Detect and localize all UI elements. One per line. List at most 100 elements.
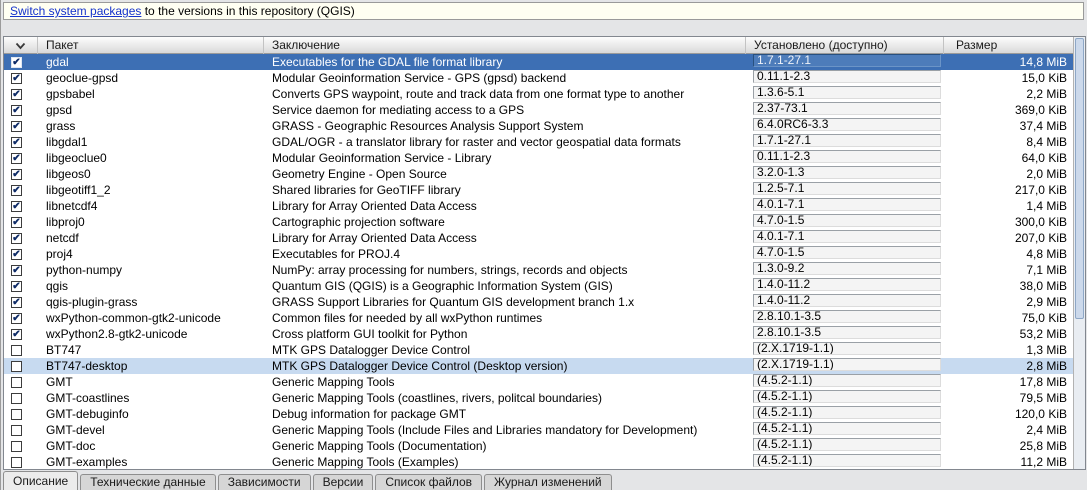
column-header-size[interactable]: Размер bbox=[944, 37, 1073, 54]
package-row[interactable]: ✔libgeotiff1_2Shared libraries for GeoTI… bbox=[4, 182, 1073, 198]
checkbox-unchecked-icon[interactable] bbox=[11, 377, 22, 388]
vertical-scrollbar[interactable] bbox=[1073, 37, 1085, 469]
scrollbar-thumb[interactable] bbox=[1075, 38, 1084, 319]
package-installed-cell: 1.4.0-11.2 bbox=[746, 294, 944, 310]
package-row[interactable]: ✔grassGRASS - Geographic Resources Analy… bbox=[4, 118, 1073, 134]
package-row[interactable]: ✔geoclue-gpsdModular Geoinformation Serv… bbox=[4, 70, 1073, 86]
package-size: 217,0 KiB bbox=[944, 183, 1073, 197]
package-row[interactable]: GMT-examplesGeneric Mapping Tools (Examp… bbox=[4, 454, 1073, 469]
checkbox-checked-icon[interactable]: ✔ bbox=[11, 249, 22, 260]
repo-notice-bar: Switch system packages to the versions i… bbox=[3, 2, 1084, 20]
package-row[interactable]: BT747-desktopMTK GPS Datalogger Device C… bbox=[4, 358, 1073, 374]
package-row[interactable]: BT747MTK GPS Datalogger Device Control(2… bbox=[4, 342, 1073, 358]
bottom-tab[interactable]: Описание bbox=[3, 471, 78, 490]
package-version-field: 1.7.1-27.1 bbox=[753, 54, 941, 67]
package-name: GMT-examples bbox=[38, 455, 264, 469]
package-name: GMT-doc bbox=[38, 439, 264, 453]
checkbox-checked-icon[interactable]: ✔ bbox=[11, 217, 22, 228]
package-summary: Generic Mapping Tools (Documentation) bbox=[264, 439, 746, 453]
package-size: 2,9 MiB bbox=[944, 295, 1073, 309]
package-checkbox-cell: ✔ bbox=[4, 281, 38, 292]
checkbox-checked-icon[interactable]: ✔ bbox=[11, 313, 22, 324]
package-name: gpsd bbox=[38, 103, 264, 117]
checkbox-checked-icon[interactable]: ✔ bbox=[11, 121, 22, 132]
package-row[interactable]: GMT-coastlinesGeneric Mapping Tools (coa… bbox=[4, 390, 1073, 406]
checkbox-checked-icon[interactable]: ✔ bbox=[11, 169, 22, 180]
bottom-tab[interactable]: Технические данные bbox=[80, 474, 216, 490]
package-row[interactable]: ✔gpsbabelConverts GPS waypoint, route an… bbox=[4, 86, 1073, 102]
package-name: qgis-plugin-grass bbox=[38, 295, 264, 309]
checkbox-checked-icon[interactable]: ✔ bbox=[11, 137, 22, 148]
package-row[interactable]: ✔gdalExecutables for the GDAL file forma… bbox=[4, 54, 1073, 70]
checkbox-checked-icon[interactable]: ✔ bbox=[11, 233, 22, 244]
package-installed-cell: (4.5.2-1.1) bbox=[746, 454, 944, 469]
package-checkbox-cell: ✔ bbox=[4, 329, 38, 340]
package-row[interactable]: GMT-docGeneric Mapping Tools (Documentat… bbox=[4, 438, 1073, 454]
package-row[interactable]: ✔libgeos0Geometry Engine - Open Source3.… bbox=[4, 166, 1073, 182]
package-checkbox-cell bbox=[4, 345, 38, 356]
package-summary: Cross platform GUI toolkit for Python bbox=[264, 327, 746, 341]
package-installed-cell: 1.7.1-27.1 bbox=[746, 134, 944, 150]
package-summary: Generic Mapping Tools bbox=[264, 375, 746, 389]
checkbox-checked-icon[interactable]: ✔ bbox=[11, 185, 22, 196]
package-row[interactable]: ✔libproj0Cartographic projection softwar… bbox=[4, 214, 1073, 230]
checkbox-unchecked-icon[interactable] bbox=[11, 441, 22, 452]
checkbox-checked-icon[interactable]: ✔ bbox=[11, 57, 22, 68]
package-row[interactable]: GMTGeneric Mapping Tools(4.5.2-1.1)17,8 … bbox=[4, 374, 1073, 390]
bottom-tab[interactable]: Зависимости bbox=[218, 474, 311, 490]
switch-system-packages-link[interactable]: Switch system packages bbox=[10, 4, 141, 18]
package-checkbox-cell bbox=[4, 425, 38, 436]
package-row[interactable]: ✔wxPython2.8-gtk2-unicodeCross platform … bbox=[4, 326, 1073, 342]
checkbox-checked-icon[interactable]: ✔ bbox=[11, 105, 22, 116]
package-row[interactable]: ✔libgeoclue0Modular Geoinformation Servi… bbox=[4, 150, 1073, 166]
checkbox-checked-icon[interactable]: ✔ bbox=[11, 297, 22, 308]
package-row[interactable]: GMT-develGeneric Mapping Tools (Include … bbox=[4, 422, 1073, 438]
checkbox-checked-icon[interactable]: ✔ bbox=[11, 265, 22, 276]
checkbox-checked-icon[interactable]: ✔ bbox=[11, 201, 22, 212]
checkbox-unchecked-icon[interactable] bbox=[11, 361, 22, 372]
package-installed-cell: 4.0.1-7.1 bbox=[746, 198, 944, 214]
package-name: proj4 bbox=[38, 247, 264, 261]
checkbox-unchecked-icon[interactable] bbox=[11, 393, 22, 404]
package-version-field: (4.5.2-1.1) bbox=[753, 374, 941, 387]
bottom-tab[interactable]: Список файлов bbox=[375, 474, 482, 490]
package-checkbox-cell: ✔ bbox=[4, 57, 38, 68]
column-header-summary[interactable]: Заключение bbox=[264, 37, 746, 54]
package-size: 7,1 MiB bbox=[944, 263, 1073, 277]
package-size: 1,4 MiB bbox=[944, 199, 1073, 213]
checkbox-unchecked-icon[interactable] bbox=[11, 345, 22, 356]
checkbox-unchecked-icon[interactable] bbox=[11, 425, 22, 436]
package-row[interactable]: ✔libnetcdf4Library for Array Oriented Da… bbox=[4, 198, 1073, 214]
package-version-field: 4.0.1-7.1 bbox=[753, 198, 941, 211]
bottom-tab[interactable]: Журнал изменений bbox=[484, 474, 612, 490]
column-header-installed[interactable]: Установлено (доступно) bbox=[746, 37, 944, 54]
package-summary: MTK GPS Datalogger Device Control (Deskt… bbox=[264, 359, 746, 373]
package-checkbox-cell: ✔ bbox=[4, 297, 38, 308]
package-row[interactable]: ✔wxPython-common-gtk2-unicodeCommon file… bbox=[4, 310, 1073, 326]
checkbox-checked-icon[interactable]: ✔ bbox=[11, 281, 22, 292]
package-installed-cell: 1.3.6-5.1 bbox=[746, 86, 944, 102]
column-header-status[interactable] bbox=[4, 37, 38, 54]
package-row[interactable]: ✔gpsdService daemon for mediating access… bbox=[4, 102, 1073, 118]
package-row[interactable]: ✔proj4Executables for PROJ.44.7.0-1.54,8… bbox=[4, 246, 1073, 262]
checkbox-checked-icon[interactable]: ✔ bbox=[11, 153, 22, 164]
checkbox-unchecked-icon[interactable] bbox=[11, 409, 22, 420]
checkbox-checked-icon[interactable]: ✔ bbox=[11, 73, 22, 84]
package-version-field: 2.8.10.1-3.5 bbox=[753, 326, 941, 339]
package-version-field: 0.11.1-2.3 bbox=[753, 70, 941, 83]
package-size: 15,0 KiB bbox=[944, 71, 1073, 85]
package-size: 75,0 KiB bbox=[944, 311, 1073, 325]
package-name: GMT-coastlines bbox=[38, 391, 264, 405]
package-row[interactable]: ✔netcdfLibrary for Array Oriented Data A… bbox=[4, 230, 1073, 246]
package-size: 2,2 MiB bbox=[944, 87, 1073, 101]
package-row[interactable]: ✔python-numpyNumPy: array processing for… bbox=[4, 262, 1073, 278]
checkbox-unchecked-icon[interactable] bbox=[11, 457, 22, 468]
checkbox-checked-icon[interactable]: ✔ bbox=[11, 329, 22, 340]
package-row[interactable]: GMT-debuginfoDebug information for packa… bbox=[4, 406, 1073, 422]
column-header-package[interactable]: Пакет bbox=[38, 37, 264, 54]
package-row[interactable]: ✔libgdal1GDAL/OGR - a translator library… bbox=[4, 134, 1073, 150]
bottom-tab[interactable]: Версии bbox=[313, 474, 374, 490]
package-row[interactable]: ✔qgis-plugin-grassGRASS Support Librarie… bbox=[4, 294, 1073, 310]
checkbox-checked-icon[interactable]: ✔ bbox=[11, 89, 22, 100]
package-row[interactable]: ✔qgisQuantum GIS (QGIS) is a Geographic … bbox=[4, 278, 1073, 294]
